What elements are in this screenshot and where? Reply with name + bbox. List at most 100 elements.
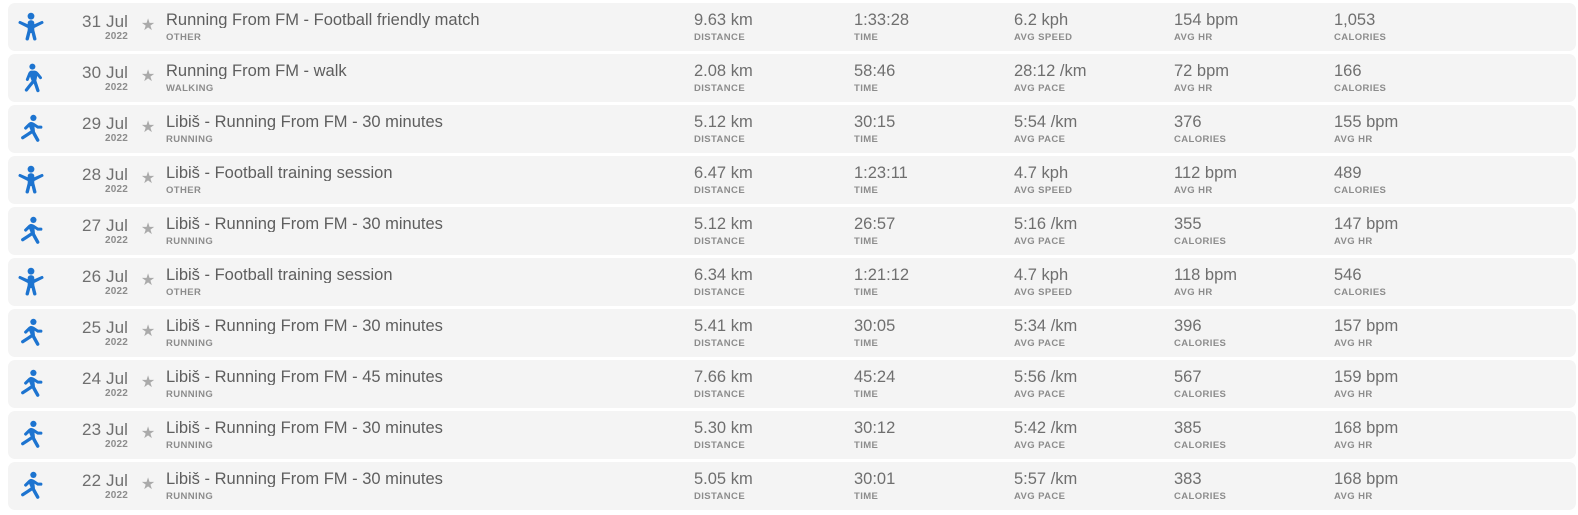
- activity-date-day: 29 Jul: [82, 113, 128, 133]
- metric-avg-pace: 5:54 /km AVG PACE: [1014, 112, 1174, 145]
- activity-title[interactable]: Libiš - Running From FM - 45 minutes: [166, 369, 694, 386]
- favorite-star-icon[interactable]: ★: [132, 426, 164, 444]
- activity-sport-label: RUNNING: [166, 491, 214, 502]
- activity-title[interactable]: Libiš - Running From FM - 30 minutes: [166, 471, 694, 488]
- metric-label: CALORIES: [1174, 236, 1227, 247]
- metric-distance: 5.12 km DISTANCE: [694, 215, 854, 247]
- favorite-star-icon[interactable]: ★: [132, 18, 164, 36]
- activity-title-block: Libiš - Running From FM - 30 minutes RUNN…: [164, 216, 694, 247]
- activity-row[interactable]: 25 Jul 2022 ★ Libiš - Running From FM - 30 …: [8, 309, 1576, 357]
- metric-value: 5.41 km: [694, 316, 753, 335]
- metric-distance: 5.12 km DISTANCE: [694, 112, 854, 145]
- activity-metrics: 2.08 km DISTANCE 58:46 TIME 28:12 /km AVG PAC…: [694, 61, 1576, 94]
- activity-date-day: 24 Jul: [82, 368, 128, 388]
- favorite-star-icon[interactable]: ★: [132, 171, 164, 189]
- metric-distance: 5.30 km DISTANCE: [694, 419, 854, 451]
- metric-label: TIME: [854, 338, 879, 349]
- metric-value: 5:57 /km: [1014, 469, 1078, 488]
- favorite-star-icon[interactable]: ★: [132, 222, 164, 240]
- activity-date-year: 2022: [104, 489, 128, 501]
- metric-calories: 376 CALORIES: [1174, 113, 1334, 145]
- metric-label: AVG PACE: [1014, 83, 1066, 94]
- activity-title[interactable]: Libiš - Running From FM - 30 minutes: [166, 420, 694, 437]
- metric-value: 26:57: [854, 214, 896, 233]
- activity-row[interactable]: 27 Jul 2022 ★ Libiš - Running From FM - 30 …: [8, 207, 1576, 255]
- favorite-star-icon[interactable]: ★: [132, 120, 164, 138]
- activity-date-day: 31 Jul: [82, 11, 128, 31]
- metric-avg-hr: 154 bpm AVG HR: [1174, 11, 1334, 43]
- favorite-star-icon[interactable]: ★: [132, 273, 164, 291]
- activity-title[interactable]: Libiš - Running From FM - 30 minutes: [166, 114, 694, 131]
- metric-label: CALORIES: [1174, 440, 1227, 451]
- favorite-star-icon[interactable]: ★: [132, 69, 164, 87]
- activity-date: 27 Jul 2022: [54, 217, 132, 246]
- activity-row[interactable]: 22 Jul 2022 ★ Libiš - Running From FM - 30 …: [8, 462, 1576, 510]
- activity-row[interactable]: 26 Jul 2022 ★ Libiš - Football training ses…: [8, 258, 1576, 306]
- running-icon: [8, 360, 54, 408]
- metric-label: CALORIES: [1174, 389, 1227, 400]
- favorite-star-icon[interactable]: ★: [132, 477, 164, 495]
- metric-label: AVG HR: [1174, 32, 1213, 43]
- activity-date: 26 Jul 2022: [54, 268, 132, 297]
- walking-icon: [8, 54, 54, 102]
- metric-value: 6.34 km: [694, 265, 753, 284]
- metric-avg-speed: 4.7 kph AVG SPEED: [1014, 266, 1174, 298]
- metric-label: TIME: [854, 32, 879, 43]
- metric-label: AVG PACE: [1014, 236, 1066, 247]
- activity-row[interactable]: 24 Jul 2022 ★ Libiš - Running From FM - 45 …: [8, 360, 1576, 408]
- metric-label: DISTANCE: [694, 491, 746, 502]
- activity-title[interactable]: Running From FM - walk: [166, 63, 694, 80]
- metric-time: 26:57 TIME: [854, 214, 1014, 247]
- favorite-star-icon[interactable]: ★: [132, 324, 164, 342]
- metric-label: CALORIES: [1334, 185, 1387, 196]
- activity-title-block: Libiš - Running From FM - 30 minutes RUNN…: [164, 318, 694, 349]
- metric-value: 2.08 km: [694, 61, 753, 80]
- activity-title[interactable]: Libiš - Running From FM - 30 minutes: [166, 318, 694, 335]
- activity-date: 23 Jul 2022: [54, 421, 132, 450]
- metric-label: DISTANCE: [694, 134, 746, 145]
- activity-metrics: 5.05 km DISTANCE 30:01 TIME 5:57 /km AVG PACE…: [694, 469, 1576, 502]
- activity-title[interactable]: Libiš - Football training session: [166, 165, 694, 182]
- running-icon: [8, 207, 54, 255]
- metric-avg-hr: 168 bpm AVG HR: [1334, 470, 1494, 502]
- activity-date-year: 2022: [104, 183, 128, 195]
- metric-value: 7.66 km: [694, 367, 753, 386]
- metric-value: 489: [1334, 163, 1362, 182]
- metric-value: 112 bpm: [1174, 163, 1237, 182]
- metric-label: DISTANCE: [694, 338, 746, 349]
- metric-label: DISTANCE: [694, 83, 746, 94]
- metric-label: AVG HR: [1334, 236, 1373, 247]
- running-icon: [8, 105, 54, 153]
- metric-label: AVG HR: [1174, 287, 1213, 298]
- metric-value: 5.05 km: [694, 469, 753, 488]
- favorite-star-icon[interactable]: ★: [132, 375, 164, 393]
- activity-row[interactable]: 29 Jul 2022 ★ Libiš - Running From FM - 30 …: [8, 105, 1576, 153]
- metric-value: 168 bpm: [1334, 418, 1399, 437]
- activity-date-day: 27 Jul: [82, 215, 128, 235]
- metric-value: 355: [1174, 214, 1202, 233]
- metric-calories: 166 CALORIES: [1334, 62, 1494, 94]
- activity-row[interactable]: 23 Jul 2022 ★ Libiš - Running From FM - 30 …: [8, 411, 1576, 459]
- activity-date-year: 2022: [104, 285, 128, 297]
- metric-value: 5.12 km: [694, 112, 753, 131]
- metric-value: 45:24: [854, 367, 896, 386]
- activity-title[interactable]: Running From FM - Football friendly matc…: [166, 12, 694, 29]
- metric-label: AVG HR: [1334, 134, 1373, 145]
- metric-value: 5:54 /km: [1014, 112, 1078, 131]
- activity-date-day: 23 Jul: [82, 419, 128, 439]
- metric-time: 1:33:28 TIME: [854, 11, 1014, 43]
- metric-label: AVG HR: [1334, 491, 1373, 502]
- metric-distance: 2.08 km DISTANCE: [694, 61, 854, 94]
- metric-avg-speed: 4.7 kph AVG SPEED: [1014, 164, 1174, 196]
- metric-time: 58:46 TIME: [854, 61, 1014, 94]
- metric-value: 58:46: [854, 61, 896, 80]
- activity-row[interactable]: 31 Jul 2022 ★ Running From FM - Football fr…: [8, 3, 1576, 51]
- activity-row[interactable]: 28 Jul 2022 ★ Libiš - Football training ses…: [8, 156, 1576, 204]
- activity-metrics: 5.12 km DISTANCE 30:15 TIME 5:54 /km AVG PACE…: [694, 112, 1576, 145]
- metric-avg-hr: 112 bpm AVG HR: [1174, 163, 1334, 196]
- metric-label: AVG PACE: [1014, 389, 1066, 400]
- metric-value: 28:12 /km: [1014, 61, 1087, 80]
- activity-title[interactable]: Libiš - Football training session: [166, 267, 694, 284]
- activity-title[interactable]: Libiš - Running From FM - 30 minutes: [166, 216, 694, 233]
- activity-row[interactable]: 30 Jul 2022 ★ Running From FM - walk WALKING…: [8, 54, 1576, 102]
